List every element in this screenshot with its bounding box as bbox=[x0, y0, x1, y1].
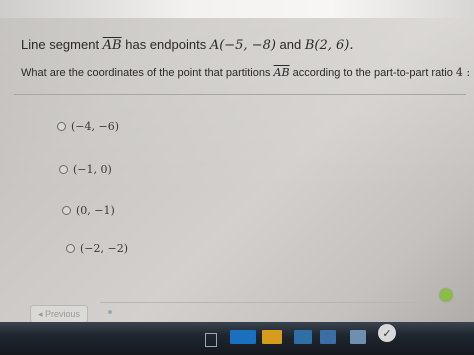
segment-label: AB bbox=[102, 38, 122, 53]
choice-label: (0, −1) bbox=[76, 204, 115, 217]
question-text: according to the part-to-part ratio bbox=[289, 67, 456, 79]
previous-button[interactable]: ◂ Previous bbox=[30, 305, 88, 323]
phone-icon[interactable] bbox=[205, 333, 217, 347]
choice-label: (−2, −2) bbox=[80, 242, 129, 255]
progress-start-dot bbox=[108, 310, 112, 314]
radio-button[interactable] bbox=[57, 122, 66, 131]
store-icon[interactable] bbox=[294, 330, 312, 344]
point-a: A(−5, −8) bbox=[209, 38, 276, 53]
question-line-2: What are the coordinates of the point th… bbox=[21, 66, 474, 79]
progress-indicator[interactable] bbox=[440, 289, 452, 301]
file-explorer-icon[interactable] bbox=[262, 330, 282, 344]
question-line-1: Line segment AB has endpoints A(−5, −8) … bbox=[21, 37, 354, 53]
mail-icon[interactable] bbox=[350, 330, 366, 344]
security-shield-icon[interactable] bbox=[230, 330, 256, 344]
radio-button[interactable] bbox=[66, 244, 75, 253]
question-text: has endpoints bbox=[121, 37, 210, 52]
progress-track bbox=[100, 302, 448, 303]
divider bbox=[14, 94, 466, 95]
choice-label: (−1, 0) bbox=[73, 163, 112, 176]
segment-label: AB bbox=[273, 66, 290, 79]
monitor-glare bbox=[0, 0, 474, 18]
answer-choice-2[interactable]: (−1, 0) bbox=[59, 163, 112, 176]
radio-button[interactable] bbox=[62, 206, 71, 215]
question-text: What are the coordinates of the point th… bbox=[21, 67, 274, 79]
radio-button[interactable] bbox=[59, 165, 68, 174]
photos-icon[interactable] bbox=[320, 330, 336, 344]
point-b: B(2, 6). bbox=[304, 38, 354, 53]
answer-choice-4[interactable]: (−2, −2) bbox=[66, 242, 128, 255]
choice-label: (−4, −6) bbox=[71, 120, 120, 133]
question-text: and bbox=[275, 37, 305, 52]
app-circle-icon[interactable]: ✓ bbox=[378, 324, 396, 342]
ratio-value: 4 : 3? bbox=[455, 66, 474, 79]
question-text: Line segment bbox=[21, 37, 103, 52]
answer-choice-3[interactable]: (0, −1) bbox=[62, 204, 115, 217]
answer-choice-1[interactable]: (−4, −6) bbox=[57, 120, 119, 133]
